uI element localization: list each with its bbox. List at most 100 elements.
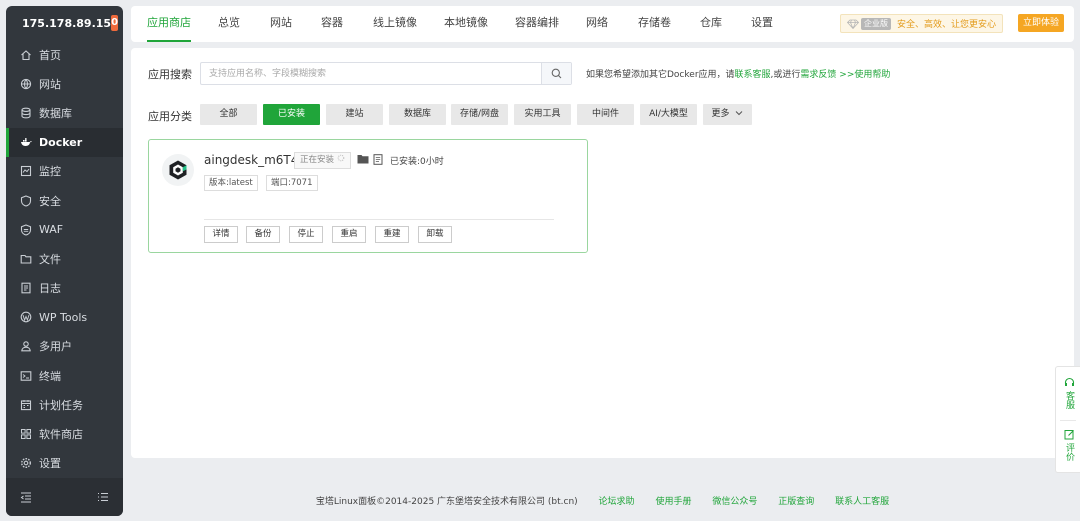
sidebar-item-monitor[interactable]: 监控 [6,157,123,186]
footer-link-wechat[interactable]: 微信公众号 [712,497,757,507]
sidebar-item-website[interactable]: 网站 [6,69,123,98]
sidebar-item-logs[interactable]: 日志 [6,274,123,303]
docker-icon [21,138,32,147]
stop-button[interactable]: 停止 [289,226,323,243]
tab-overview[interactable]: 总览 [218,6,240,42]
sidebar-item-multi-user[interactable]: 多用户 [6,332,123,361]
tab-registry[interactable]: 仓库 [700,6,722,42]
diamond-icon [846,19,859,29]
restart-button[interactable]: 重启 [332,226,366,243]
contact-service-link[interactable]: 联系客服 [735,70,771,80]
category-ai[interactable]: AI/大模型 [640,104,697,125]
footer-link-forum[interactable]: 论坛求助 [599,497,635,507]
log-file-icon[interactable] [373,154,383,165]
app-store-panel: 应用搜索 如果您希望添加其它Docker应用，请联系客服,或进行需求反馈 >>使… [131,48,1074,458]
tab-network[interactable]: 网络 [586,6,608,42]
footer-link-manual[interactable]: 使用手册 [655,497,691,507]
tab-app-store[interactable]: 应用商店 [147,6,191,42]
footer-link-support[interactable]: 联系人工客服 [835,497,889,507]
feedback-link[interactable]: 需求反馈 [800,70,836,80]
sidebar-item-label: WP Tools [39,310,88,324]
rebuild-button[interactable]: 重建 [375,226,409,243]
sidebar-item-terminal[interactable]: 终端 [6,361,123,390]
sidebar-item-label: 文件 [39,252,61,266]
tab-compose[interactable]: 容器编排 [515,6,559,42]
category-tools[interactable]: 实用工具 [514,104,571,125]
sidebar-item-security[interactable]: 安全 [6,186,123,215]
app-name: aingdesk_m6T4 [204,153,299,167]
sidebar-item-cron[interactable]: 计划任务 [6,390,123,419]
app-logo [162,154,194,186]
category-more-label: 更多 [711,109,730,119]
backup-button[interactable]: 备份 [246,226,280,243]
category-all[interactable]: 全部 [200,104,257,125]
sidebar-item-store[interactable]: 软件商店 [6,419,123,448]
chevron-down-icon [736,111,743,116]
search-button[interactable] [541,63,571,84]
sidebar-item-label: 安全 [39,194,61,208]
search-box [200,62,572,85]
version-tag: 版本:latest [204,175,258,191]
uninstall-button[interactable]: 卸载 [418,226,452,243]
footer-link-verify[interactable]: 正版查询 [778,497,814,507]
help-link[interactable]: >>使用帮助 [839,70,890,80]
float-divider [1060,420,1076,421]
category-website[interactable]: 建站 [326,104,383,125]
tab-volume[interactable]: 存储卷 [638,6,671,42]
tab-online-image[interactable]: 线上镜像 [373,6,417,42]
search-label: 应用搜索 [148,68,192,81]
installed-duration: 已安装:0小时 [390,157,444,167]
review-button[interactable]: 评价 [1063,429,1075,461]
customer-service-button[interactable]: 客服 [1063,377,1075,409]
port-tag: 端口:7071 [266,175,318,191]
notification-badge[interactable]: 0 [111,15,119,31]
app-card: aingdesk_m6T4 正在安装 已安装:0小时 版本:latest 端口:… [148,139,588,253]
spinner-icon [337,154,345,162]
calendar-icon [20,399,32,410]
details-button[interactable]: 详情 [204,226,238,243]
server-header: 175.178.89.15 0 [6,6,123,40]
sidebar-item-database[interactable]: 数据库 [6,98,123,127]
floating-service-widget: 客服 评价 [1055,366,1080,473]
server-ip: 175.178.89.15 [22,16,112,30]
add-app-hint: 如果您希望添加其它Docker应用，请联系客服,或进行需求反馈 >>使用帮助 [586,67,890,80]
search-icon [551,68,562,79]
sidebar-item-settings[interactable]: 设置 [6,449,123,478]
sidebar-item-label: 计划任务 [39,398,83,412]
log-icon [21,282,31,294]
collapse-sidebar-icon[interactable] [20,491,32,503]
enterprise-banner[interactable]: 企业版 安全、高效、让您更安心 [839,14,1003,33]
tab-local-image[interactable]: 本地镜像 [444,6,488,42]
tab-website[interactable]: 网站 [270,6,292,42]
sidebar-item-label: 网站 [39,77,61,91]
category-storage[interactable]: 存储/网盘 [451,104,508,125]
tab-container[interactable]: 容器 [321,6,343,42]
sidebar-item-docker[interactable]: Docker [6,127,123,157]
category-installed[interactable]: 已安装 [263,104,320,125]
monitor-icon [20,166,32,177]
sidebar-item-label: 软件商店 [39,428,83,442]
review-label: 评价 [1064,443,1074,461]
sidebar-item-waf[interactable]: WAF [6,215,123,244]
sidebar-item-files[interactable]: 文件 [6,244,123,273]
try-now-button[interactable]: 立即体验 [1017,14,1064,32]
sidebar-item-label: 设置 [39,457,61,471]
sidebar-footer [6,478,123,516]
category-database[interactable]: 数据库 [389,104,446,125]
sidebar: 175.178.89.15 0 首页 网站 数据库 Docker 监控 安全 W… [6,6,123,516]
menu-list-icon[interactable] [97,491,109,503]
copyright-text: 宝塔Linux面板©2014-2025 广东堡塔安全技术有限公司 (bt.cn) [315,497,578,507]
category-more[interactable]: 更多 [703,104,752,125]
category-middleware[interactable]: 中间件 [577,104,634,125]
users-icon [21,341,31,352]
search-input[interactable] [201,63,541,84]
sidebar-item-wp-tools[interactable]: WP Tools [6,303,123,332]
sidebar-item-home[interactable]: 首页 [6,40,123,69]
install-status-badge: 正在安装 [294,152,351,169]
tab-settings[interactable]: 设置 [751,6,773,42]
home-icon [21,49,31,60]
sidebar-item-label: Docker [39,135,83,149]
open-folder-icon[interactable] [357,154,369,164]
shield-icon [20,194,32,207]
customer-service-label: 客服 [1064,391,1074,409]
